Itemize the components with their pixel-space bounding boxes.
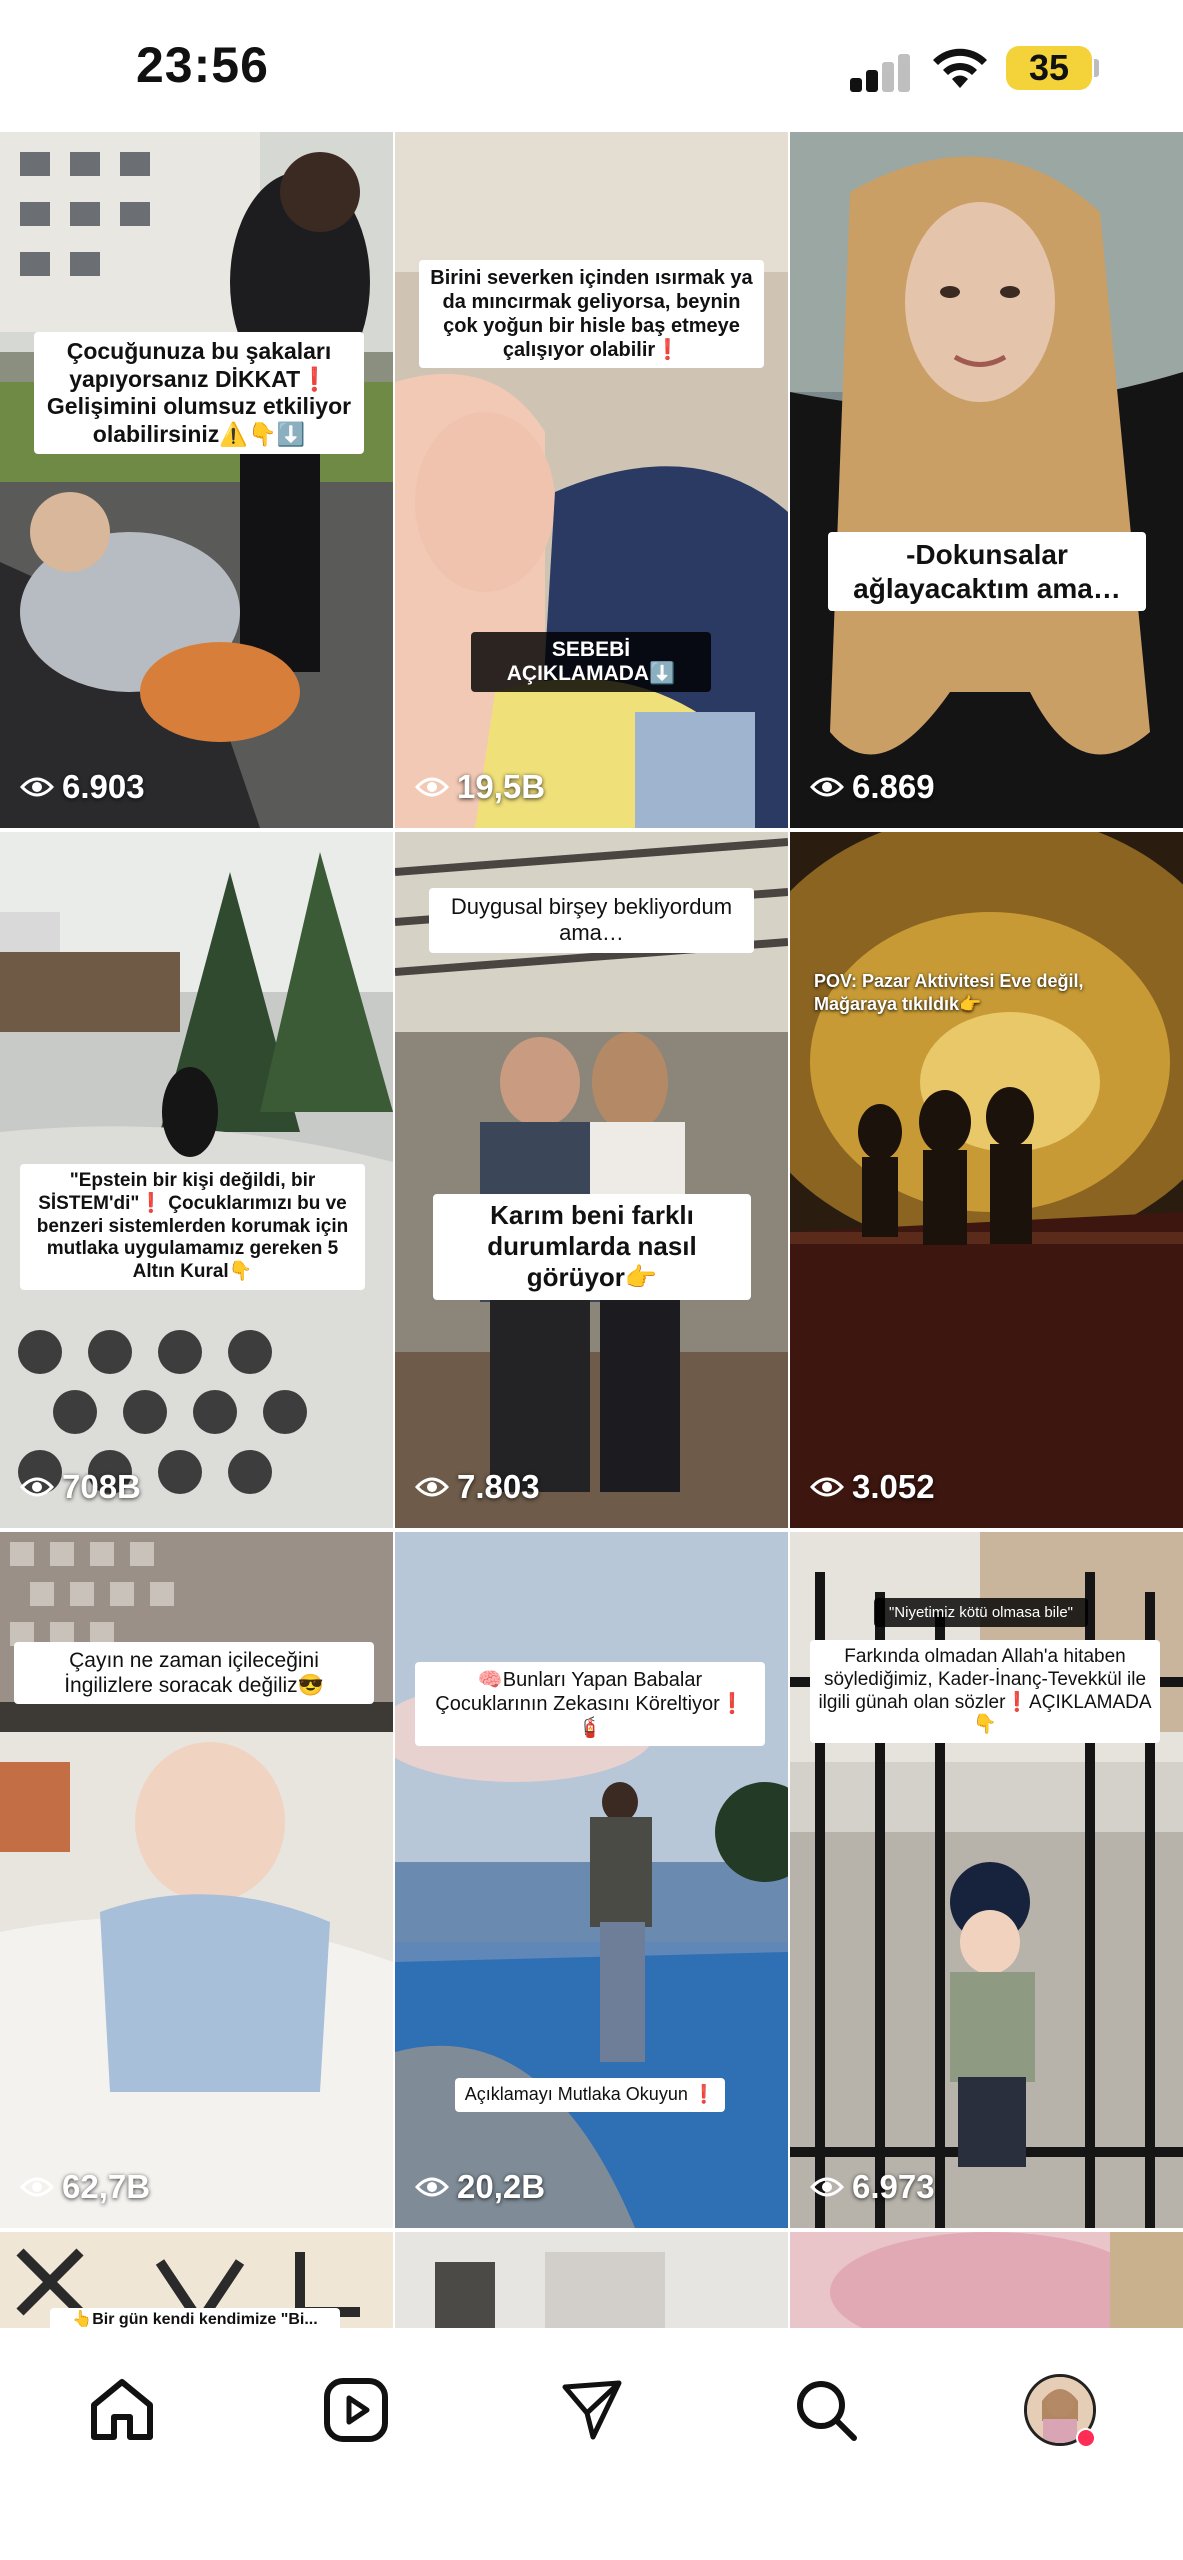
post-tile[interactable]: Çayın ne zaman içileceğini İngilizlere s… bbox=[0, 1532, 393, 2228]
view-count: 6.973 bbox=[810, 2168, 935, 2206]
direct-messages-icon bbox=[562, 2380, 622, 2440]
view-count: 7.803 bbox=[415, 1468, 540, 1506]
view-count-value: 19,5B bbox=[457, 768, 546, 805]
post-thumbnail bbox=[790, 2232, 1183, 2328]
view-count: 20,2B bbox=[415, 2168, 545, 2206]
view-count-value: 20,2B bbox=[457, 2168, 546, 2205]
post-thumbnail bbox=[0, 1532, 393, 2228]
view-count-value: 6.973 bbox=[852, 2168, 935, 2205]
post-caption-secondary: Karım beni farklı durumlarda nasıl görüy… bbox=[433, 1194, 751, 1300]
view-count: 708B bbox=[20, 1468, 141, 1506]
eye-icon bbox=[415, 777, 449, 797]
home-icon bbox=[91, 2379, 153, 2440]
view-count-value: 3.052 bbox=[852, 1468, 935, 1505]
view-count: 62,7B bbox=[20, 2168, 150, 2206]
view-count-value: 708B bbox=[62, 1468, 141, 1505]
eye-icon bbox=[20, 777, 54, 797]
post-tile[interactable]: 👆Bir gün kendi kendimize "Bi... bbox=[0, 2232, 393, 2328]
battery-icon: 35 bbox=[1006, 46, 1092, 90]
post-tile[interactable]: Duygusal birşey bekliyordum ama… Karım b… bbox=[395, 832, 788, 1528]
cellular-signal-icon bbox=[850, 50, 916, 92]
nav-home[interactable] bbox=[74, 2362, 170, 2458]
post-caption: Çayın ne zaman içileceğini İngilizlere s… bbox=[14, 1642, 374, 1705]
post-caption: 🧠Bunları Yapan Babalar Çocuklarının Zeka… bbox=[415, 1662, 765, 1746]
battery-cap bbox=[1094, 59, 1099, 77]
post-caption-secondary: Açıklamayı Mutlaka Okuyun ❗ bbox=[455, 2078, 725, 2112]
status-time: 23:56 bbox=[136, 37, 269, 93]
post-caption: Çocuğunuza bu şakaları yapıyorsanız DİKK… bbox=[34, 332, 364, 455]
post-tile[interactable]: Birini severken içinden ısırmak ya da mı… bbox=[395, 132, 788, 828]
post-caption: POV: Pazar Aktivitesi Eve değil, Mağaray… bbox=[814, 971, 1084, 1014]
post-thumbnail bbox=[0, 132, 393, 828]
post-caption: "Epstein bir kişi değildi, bir SİSTEM'di… bbox=[20, 1164, 365, 1290]
eye-icon bbox=[810, 777, 844, 797]
post-thumbnail bbox=[790, 832, 1183, 1528]
post-caption: "Niyetimiz kötü olmasa bile" bbox=[874, 1598, 1088, 1627]
post-caption-secondary: Farkında olmadan Allah'a hitaben söyledi… bbox=[810, 1640, 1160, 1744]
nav-search[interactable] bbox=[778, 2362, 874, 2458]
search-icon bbox=[797, 2381, 857, 2441]
notification-dot bbox=[1076, 2428, 1096, 2448]
post-tile[interactable]: "Epstein bir kişi değildi, bir SİSTEM'di… bbox=[0, 832, 393, 1528]
nav-profile[interactable] bbox=[1012, 2362, 1108, 2458]
view-count: 6.869 bbox=[810, 768, 935, 806]
post-caption: Duygusal birşey bekliyordum ama… bbox=[429, 888, 754, 953]
post-thumbnail bbox=[790, 132, 1183, 828]
eye-icon bbox=[810, 2177, 844, 2197]
post-tile[interactable] bbox=[395, 2232, 788, 2328]
eye-icon bbox=[810, 1477, 844, 1497]
post-caption: Birini severken içinden ısırmak ya da mı… bbox=[419, 260, 764, 368]
nav-reels[interactable] bbox=[308, 2362, 404, 2458]
post-tile[interactable]: Çocuğunuza bu şakaları yapıyorsanız DİKK… bbox=[0, 132, 393, 828]
post-caption: 👆Bir gün kendi kendimize "Bi... bbox=[50, 2308, 340, 2328]
nav-direct-messages[interactable] bbox=[544, 2362, 640, 2458]
post-tile[interactable]: 🧠Bunları Yapan Babalar Çocuklarının Zeka… bbox=[395, 1532, 788, 2228]
post-tile[interactable]: "Niyetimiz kötü olmasa bile" Farkında ol… bbox=[790, 1532, 1183, 2228]
eye-icon bbox=[20, 2177, 54, 2197]
post-thumbnail bbox=[395, 132, 788, 828]
view-count: 3.052 bbox=[810, 1468, 935, 1506]
eye-icon bbox=[20, 1477, 54, 1497]
post-thumbnail bbox=[395, 1532, 788, 2228]
eye-icon bbox=[415, 2177, 449, 2197]
post-thumbnail bbox=[790, 1532, 1183, 2228]
eye-icon bbox=[415, 1477, 449, 1497]
post-caption: -Dokunsalar ağlayacaktım ama… bbox=[828, 532, 1146, 612]
post-tile[interactable]: POV: Pazar Aktivitesi Eve değil, Mağaray… bbox=[790, 832, 1183, 1528]
wifi-icon bbox=[933, 48, 987, 88]
post-thumbnail bbox=[395, 2232, 788, 2328]
view-count: 19,5B bbox=[415, 768, 545, 806]
bottom-navigation bbox=[0, 2328, 1183, 2560]
status-bar: 23:56 35 bbox=[0, 0, 1183, 132]
post-caption-secondary: SEBEBİ AÇIKLAMADA⬇️ bbox=[471, 632, 711, 692]
post-tile[interactable]: -Dokunsalar ağlayacaktım ama… 6.869 bbox=[790, 132, 1183, 828]
view-count-value: 6.869 bbox=[852, 768, 935, 805]
view-count-value: 7.803 bbox=[457, 1468, 540, 1505]
reels-grid: Çocuğunuza bu şakaları yapıyorsanız DİKK… bbox=[0, 132, 1183, 2328]
view-count-value: 6.903 bbox=[62, 768, 145, 805]
view-count: 6.903 bbox=[20, 768, 145, 806]
post-tile[interactable] bbox=[790, 2232, 1183, 2328]
reels-icon bbox=[324, 2378, 388, 2442]
view-count-value: 62,7B bbox=[62, 2168, 151, 2205]
